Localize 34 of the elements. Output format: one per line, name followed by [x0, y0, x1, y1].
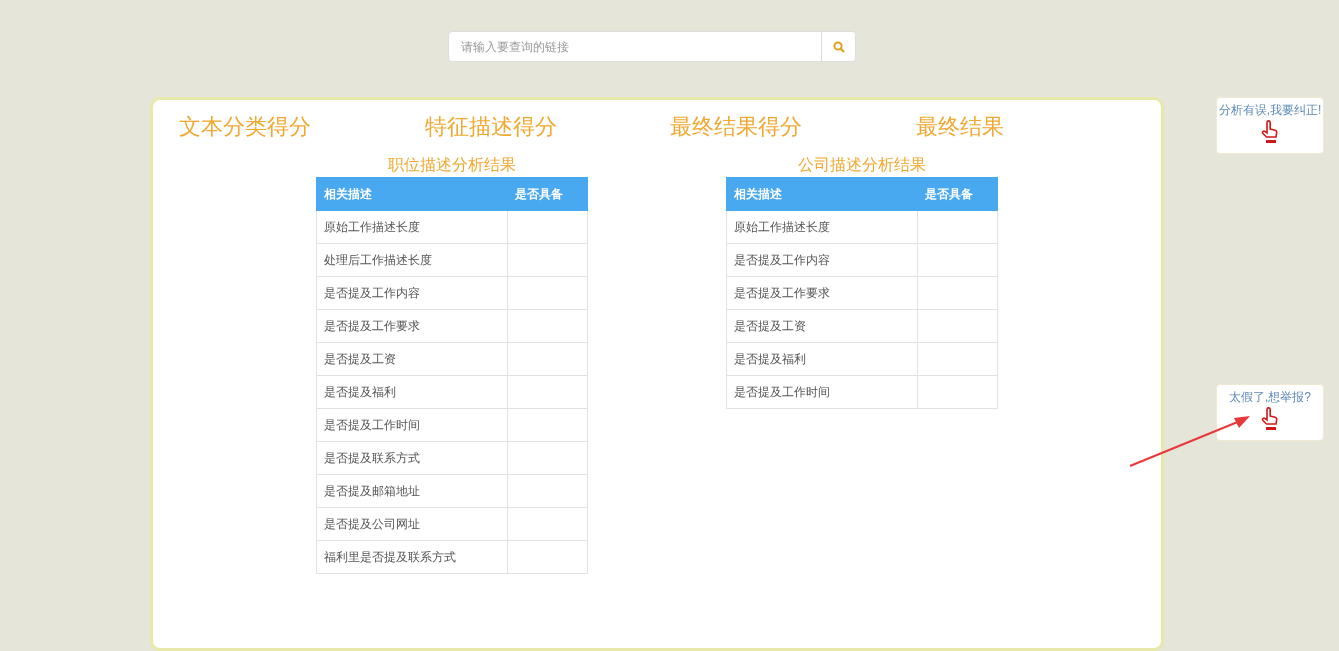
table-cell: 原始工作描述长度: [316, 210, 508, 244]
table-cell: 是否提及公司网址: [316, 507, 508, 541]
table-cell: 处理后工作描述长度: [316, 243, 508, 277]
table-title: 职位描述分析结果: [388, 156, 516, 173]
table-cell: 是否提及工作要求: [726, 276, 918, 310]
search-button[interactable]: [822, 31, 856, 62]
column-header: 是否具备: [507, 177, 588, 211]
score-heading: 最终结果得分: [670, 114, 802, 139]
column-header: 相关描述: [726, 177, 918, 211]
pointing-hand-icon: [1260, 406, 1280, 432]
column-header: 是否具备: [917, 177, 998, 211]
search-field[interactable]: 请输入要查询的链接: [448, 31, 822, 62]
table-title: 公司描述分析结果: [798, 156, 926, 173]
search-icon: [832, 40, 845, 53]
feedback-button[interactable]: 分析有误,我要纠正!: [1216, 97, 1324, 154]
table-cell: 原始工作描述长度: [726, 210, 918, 244]
table-cell: 是否提及工作要求: [316, 309, 508, 343]
pointing-hand-icon: [1260, 119, 1280, 145]
table-cell: 是否提及联系方式: [316, 441, 508, 475]
table-cell: 是否提及工作时间: [316, 408, 508, 442]
score-heading: 文本分类得分: [179, 114, 311, 139]
table-cell: 是否提及福利: [316, 375, 508, 409]
feedback-button[interactable]: 太假了,想举报?: [1216, 384, 1324, 441]
score-heading: 最终结果: [915, 114, 1004, 139]
table-cell: 是否提及工资: [726, 309, 918, 343]
table-cell: 福利里是否提及联系方式: [316, 540, 508, 574]
table-cell: 是否提及邮箱地址: [316, 474, 508, 508]
table-cell: 是否提及工资: [316, 342, 508, 376]
table-cell: 是否提及福利: [726, 342, 918, 376]
score-heading: 特征描述得分: [424, 114, 557, 139]
table-cell: 是否提及工作时间: [726, 375, 918, 409]
column-header: 相关描述: [316, 177, 508, 211]
table-cell: 是否提及工作内容: [726, 243, 918, 277]
table-cell: 是否提及工作内容: [316, 276, 508, 310]
